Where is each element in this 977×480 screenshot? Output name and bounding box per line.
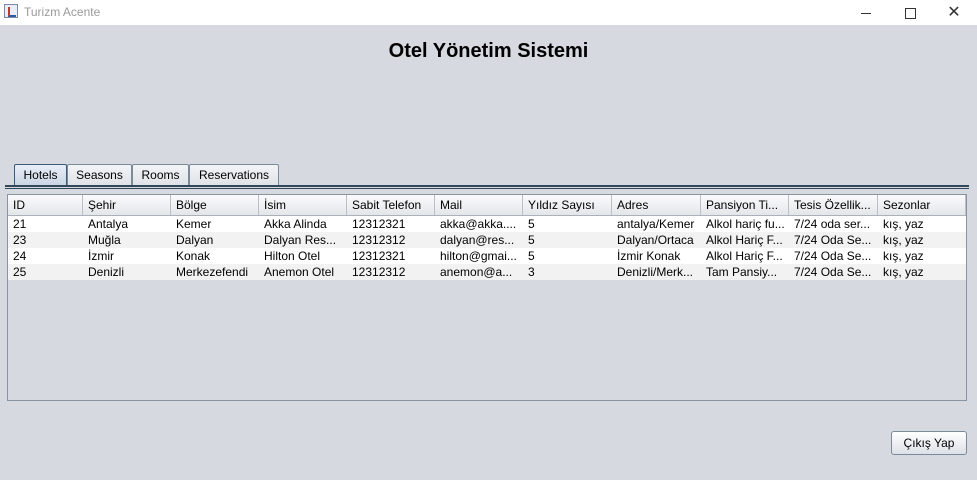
cell-seasons: kış, yaz — [883, 233, 924, 247]
column-header-city[interactable]: Şehir — [83, 195, 171, 215]
cell-phone: 12312321 — [352, 249, 406, 263]
cell-phone: 12312312 — [352, 233, 406, 247]
close-button[interactable]: ✕ — [931, 0, 977, 25]
logout-button[interactable]: Çıkış Yap — [891, 431, 967, 455]
cell-region: Konak — [176, 249, 211, 263]
cell-phone: 12312312 — [352, 265, 406, 279]
cell-mail: dalyan@res... — [440, 233, 515, 247]
cell-seasons: kış, yaz — [883, 265, 924, 279]
cell-region: Merkezefendi — [176, 265, 249, 279]
cell-region: Dalyan — [176, 233, 214, 247]
table-row[interactable]: 25 Denizli Merkezefendi Anemon Otel 1231… — [8, 264, 966, 280]
tab-underline-secondary — [5, 188, 969, 189]
cell-seasons: kış, yaz — [883, 249, 924, 263]
cell-id: 21 — [13, 217, 27, 231]
cell-address: İzmir Konak — [617, 249, 681, 263]
column-header-name[interactable]: İsim — [259, 195, 347, 215]
maximize-button[interactable] — [887, 0, 933, 25]
cell-mail: anemon@a... — [440, 265, 513, 279]
hotels-table[interactable]: ID Şehir Bölge İsim Sabit Telefon Mail Y… — [7, 194, 967, 401]
cell-facility: 7/24 Oda Se... — [794, 249, 872, 263]
cell-stars: 5 — [528, 233, 535, 247]
page-title: Otel Yönetim Sistemi — [388, 40, 589, 62]
column-header-stars[interactable]: Yıldız Sayısı — [523, 195, 612, 215]
minimize-icon — [861, 12, 871, 14]
column-header-phone[interactable]: Sabit Telefon — [347, 195, 435, 215]
tab-underline — [5, 185, 969, 187]
tab-rooms[interactable]: Rooms — [132, 164, 189, 185]
minimize-button[interactable] — [843, 0, 889, 25]
cell-city: Antalya — [88, 217, 129, 231]
cell-phone: 12312321 — [352, 217, 406, 231]
cell-address: Denizli/Merk... — [617, 265, 694, 279]
table-row[interactable]: 23 Muğla Dalyan Dalyan Res... 12312312 d… — [8, 232, 966, 248]
cell-stars: 5 — [528, 249, 535, 263]
cell-name: Akka Alinda — [264, 217, 327, 231]
column-header-mail[interactable]: Mail — [435, 195, 523, 215]
cell-seasons: kış, yaz — [883, 217, 924, 231]
cell-stars: 3 — [528, 265, 535, 279]
cell-board-type: Alkol Hariç F... — [706, 249, 783, 263]
cell-id: 24 — [13, 249, 27, 263]
column-header-board-type[interactable]: Pansiyon Ti... — [701, 195, 789, 215]
close-icon: ✕ — [947, 4, 961, 21]
cell-board-type: Alkol hariç fu... — [706, 217, 785, 231]
window-title: Turizm Acente — [24, 5, 101, 19]
cell-mail: hilton@gmai... — [440, 249, 517, 263]
cell-city: İzmir — [88, 249, 114, 263]
java-app-icon — [4, 4, 18, 18]
cell-name: Hilton Otel — [264, 249, 321, 263]
cell-address: Dalyan/Ortaca — [617, 233, 694, 247]
cell-facility: 7/24 Oda Se... — [794, 233, 872, 247]
table-row[interactable]: 24 İzmir Konak Hilton Otel 12312321 hilt… — [8, 248, 966, 264]
cell-region: Kemer — [176, 217, 212, 231]
cell-id: 25 — [13, 265, 27, 279]
cell-name: Anemon Otel — [264, 265, 335, 279]
title-bar: Turizm Acente ✕ — [0, 0, 977, 25]
column-header-seasons[interactable]: Sezonlar — [878, 195, 966, 215]
cell-name: Dalyan Res... — [264, 233, 337, 247]
table-header: ID Şehir Bölge İsim Sabit Telefon Mail Y… — [8, 195, 966, 216]
cell-city: Denizli — [88, 265, 125, 279]
cell-facility: 7/24 Oda Se... — [794, 265, 872, 279]
table-row[interactable]: 21 Antalya Kemer Akka Alinda 12312321 ak… — [8, 216, 966, 232]
column-header-address[interactable]: Adres — [612, 195, 701, 215]
maximize-icon — [904, 7, 916, 19]
column-header-region[interactable]: Bölge — [171, 195, 259, 215]
column-header-id[interactable]: ID — [8, 195, 83, 215]
tab-hotels[interactable]: Hotels — [14, 164, 67, 187]
cell-mail: akka@akka.... — [440, 217, 517, 231]
cell-address: antalya/Kemer — [617, 217, 695, 231]
cell-board-type: Tam Pansiy... — [706, 265, 778, 279]
cell-id: 23 — [13, 233, 27, 247]
tab-reservations[interactable]: Reservations — [189, 164, 279, 185]
column-header-facility[interactable]: Tesis Özellik... — [789, 195, 878, 215]
cell-stars: 5 — [528, 217, 535, 231]
tab-seasons[interactable]: Seasons — [67, 164, 132, 185]
cell-facility: 7/24 oda ser... — [794, 217, 871, 231]
cell-city: Muğla — [88, 233, 121, 247]
cell-board-type: Alkol Hariç F... — [706, 233, 783, 247]
